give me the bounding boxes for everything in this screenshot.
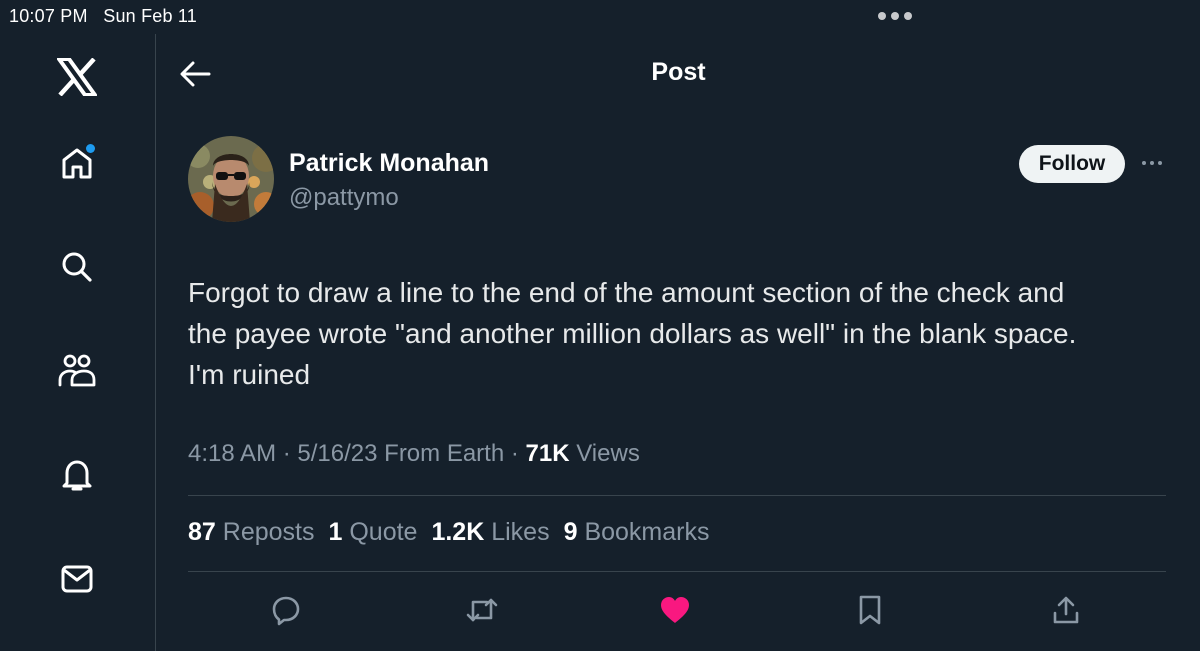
bookmarks-stat[interactable]: 9 Bookmarks — [564, 518, 710, 547]
meta-separator-2: · — [510, 440, 519, 467]
repost-icon[interactable] — [462, 590, 502, 630]
status-bar: 10:07 PM Sun Feb 11 — [0, 0, 1200, 34]
post-header: Post — [157, 40, 1200, 106]
follow-button[interactable]: Follow — [1019, 145, 1125, 183]
like-heart-icon[interactable] — [655, 590, 695, 630]
divider — [188, 571, 1166, 572]
reposts-stat[interactable]: 87 Reposts — [188, 518, 314, 547]
likes-stat[interactable]: 1.2K Likes — [431, 518, 549, 547]
home-notification-dot — [86, 144, 95, 153]
quotes-count: 1 — [328, 518, 343, 546]
home-icon[interactable] — [54, 140, 100, 186]
reply-icon[interactable] — [266, 590, 306, 630]
more-options-icon[interactable] — [1138, 152, 1166, 174]
post-text: Forgot to draw a line to the end of the … — [188, 277, 1077, 390]
sidebar-nav — [0, 34, 156, 651]
notifications-icon[interactable] — [54, 452, 100, 498]
reposts-count: 87 — [188, 518, 216, 546]
communities-icon[interactable] — [54, 348, 100, 394]
status-date: Sun Feb 11 — [103, 6, 197, 26]
multitask-dots-icon[interactable] — [878, 12, 912, 20]
share-icon[interactable] — [1046, 590, 1086, 630]
messages-icon[interactable] — [54, 556, 100, 602]
author-name[interactable]: Patrick Monahan — [289, 149, 489, 178]
reposts-label: Reposts — [222, 518, 315, 546]
bookmark-icon[interactable] — [850, 590, 890, 630]
likes-label: Likes — [491, 518, 550, 546]
post-source: From Earth — [384, 440, 505, 467]
author-handle[interactable]: @pattymo — [289, 184, 399, 212]
post-meta: 4:18 AM · 5/16/23 From Earth · 71K Views — [188, 440, 640, 468]
bookmarks-label: Bookmarks — [584, 518, 710, 546]
x-logo-icon[interactable] — [54, 54, 100, 100]
post-date[interactable]: 5/16/23 — [297, 440, 377, 467]
views-count: 71K — [525, 440, 570, 467]
status-clock: 10:07 PM — [9, 6, 88, 26]
post-stats: 87 Reposts 1 Quote 1.2K Likes 9 Bookmark… — [188, 518, 710, 547]
quotes-stat[interactable]: 1 Quote — [328, 518, 417, 547]
avatar[interactable] — [188, 136, 274, 222]
likes-count: 1.2K — [431, 518, 485, 546]
page-title: Post — [651, 58, 706, 86]
views-label: Views — [576, 440, 640, 467]
bookmarks-count: 9 — [563, 518, 578, 546]
meta-separator: · — [282, 440, 291, 467]
quotes-label: Quote — [349, 518, 418, 546]
search-icon[interactable] — [54, 244, 100, 290]
status-time: 10:07 PM Sun Feb 11 — [9, 6, 197, 27]
post-time[interactable]: 4:18 AM — [188, 440, 276, 467]
divider — [188, 495, 1166, 496]
